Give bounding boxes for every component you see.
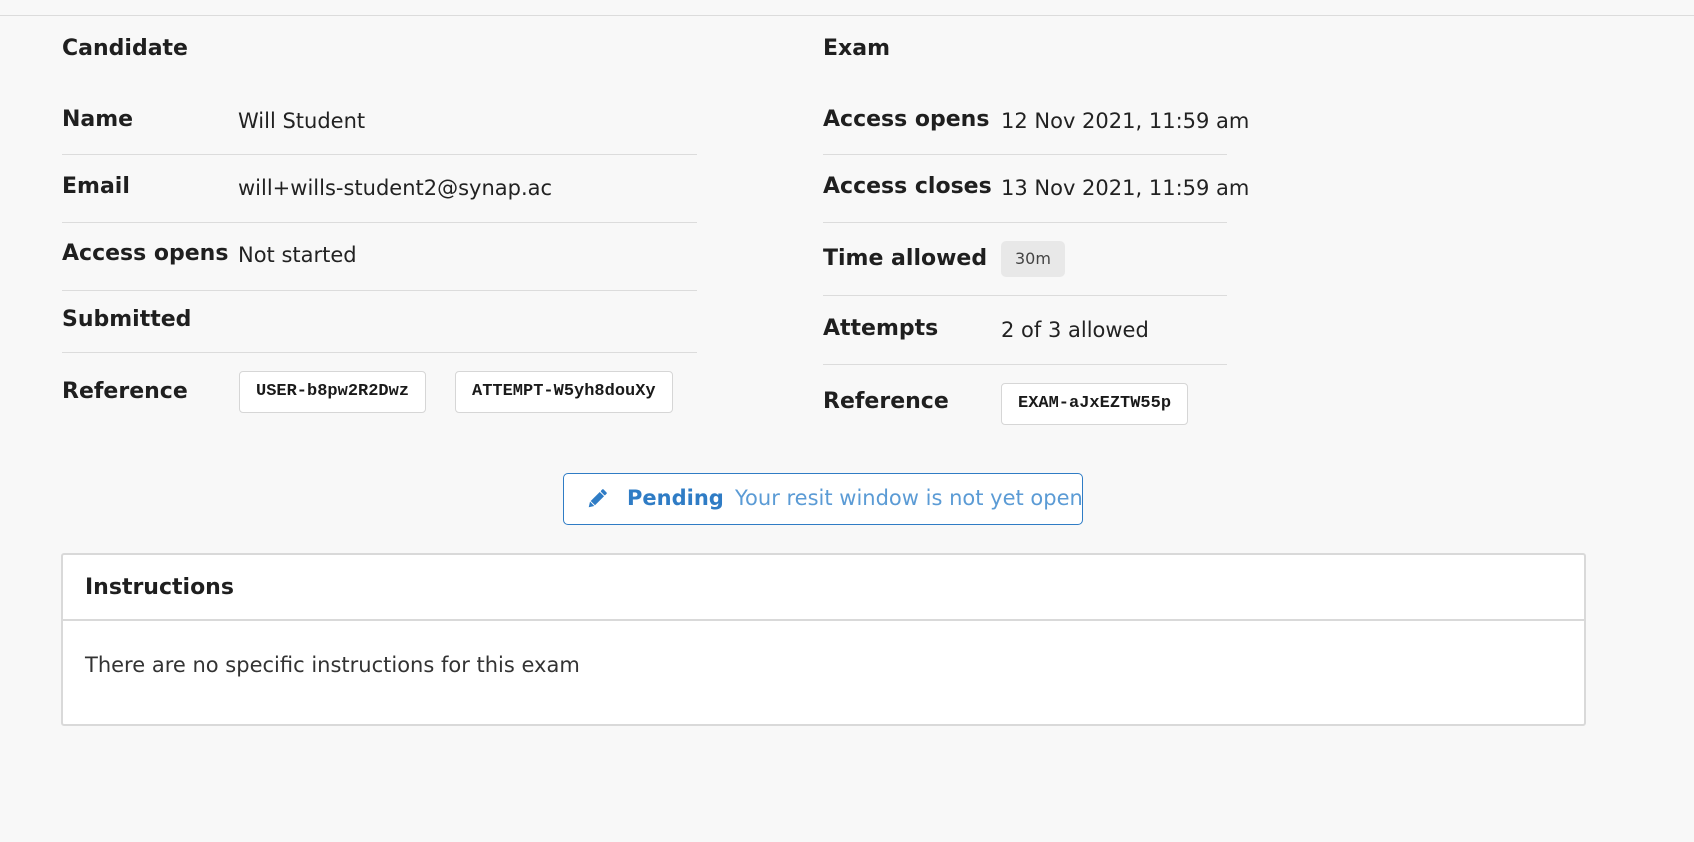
exam-access-closes-label: Access closes xyxy=(823,174,992,199)
exam-access-opens-row: Access opens 12 Nov 2021, 11:59 am xyxy=(823,90,1249,155)
submitted-label: Submitted xyxy=(62,307,192,332)
email-value: will+wills-student2@synap.ac xyxy=(238,176,553,200)
name-value: Will Student xyxy=(238,109,366,133)
exam-access-closes-value: 13 Nov 2021, 11:59 am xyxy=(1001,176,1250,200)
email-label: Email xyxy=(62,174,130,199)
instructions-panel: Instructions There are no specific instr… xyxy=(61,553,1586,726)
candidate-email-row: Email will+wills-student2@synap.ac xyxy=(62,155,697,223)
attempts-label: Attempts xyxy=(823,316,939,341)
exam-time-allowed-row: Time allowed 30m xyxy=(823,223,1227,296)
exam-reference-row: Reference EXAM-aJxEZTW55p xyxy=(823,365,1227,437)
candidate-heading: Candidate xyxy=(62,36,188,61)
exam-access-opens-label: Access opens xyxy=(823,107,990,132)
candidate-submitted-row: Submitted xyxy=(62,291,697,353)
candidate-reference-label: Reference xyxy=(62,379,188,404)
time-allowed-label: Time allowed xyxy=(823,246,988,271)
attempt-reference-code[interactable]: ATTEMPT-W5yh8douXy xyxy=(455,371,673,413)
name-label: Name xyxy=(62,107,134,132)
access-opens-value: Not started xyxy=(238,243,357,267)
exam-access-opens-value: 12 Nov 2021, 11:59 am xyxy=(1001,109,1250,133)
access-opens-label: Access opens xyxy=(62,241,229,266)
exam-reference-code[interactable]: EXAM-aJxEZTW55p xyxy=(1001,383,1189,425)
candidate-reference-row: Reference USER-b8pw2R2Dwz ATTEMPT-W5yh8d… xyxy=(62,353,697,423)
time-allowed-badge: 30m xyxy=(1001,241,1065,277)
exam-heading: Exam xyxy=(823,36,890,61)
attempts-value: 2 of 3 allowed xyxy=(1001,318,1149,342)
pencil-icon xyxy=(588,489,607,508)
instructions-title: Instructions xyxy=(85,575,234,600)
status-banner: Pending Your resit window is not yet ope… xyxy=(563,473,1083,525)
instructions-header: Instructions xyxy=(63,555,1584,621)
exam-reference-label: Reference xyxy=(823,389,949,414)
status-message: Your resit window is not yet open xyxy=(735,486,1083,510)
user-reference-code[interactable]: USER-b8pw2R2Dwz xyxy=(239,371,427,413)
candidate-access-opens-row: Access opens Not started xyxy=(62,223,697,291)
instructions-body: There are no specific instructions for t… xyxy=(85,653,580,677)
exam-attempts-row: Attempts 2 of 3 allowed xyxy=(823,296,1227,365)
status-label: Pending xyxy=(627,486,724,510)
exam-access-closes-row: Access closes 13 Nov 2021, 11:59 am xyxy=(823,155,1249,223)
candidate-name-row: Name Will Student xyxy=(62,90,697,155)
top-divider xyxy=(0,15,1694,16)
